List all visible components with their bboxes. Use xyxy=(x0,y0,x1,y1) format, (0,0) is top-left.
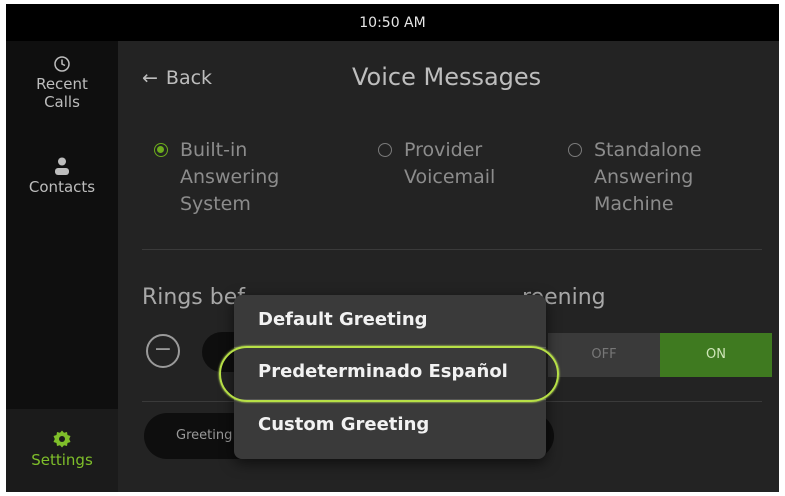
status-bar: 10:50 AM xyxy=(6,4,779,41)
option-label: Voicemail xyxy=(404,166,496,188)
sidebar: Recent Calls Contacts Settings xyxy=(6,41,118,492)
clock-icon xyxy=(54,56,70,72)
gear-icon xyxy=(53,430,71,448)
page-title: Voice Messages xyxy=(352,63,542,91)
sidebar-item-settings[interactable]: Settings xyxy=(6,409,118,492)
sidebar-item-recent-calls[interactable]: Recent Calls xyxy=(6,55,118,111)
option-label: Answering xyxy=(594,166,694,188)
option-label: Provider xyxy=(404,139,483,161)
call-screening-toggle[interactable]: OFF ON xyxy=(548,333,772,377)
option-label: Standalone xyxy=(594,139,702,161)
device-frame: 10:50 AM Recent Calls Contacts Settings … xyxy=(0,0,785,496)
decrease-rings-button[interactable]: − xyxy=(146,334,180,368)
greeting-field-label: Greeting xyxy=(176,428,233,443)
arrow-left-icon: ← xyxy=(142,67,158,89)
highlight-ring xyxy=(219,346,559,402)
option-label: Built-in xyxy=(180,139,248,161)
back-label: Back xyxy=(165,67,213,89)
option-label: Machine xyxy=(594,193,674,215)
radio-selected-icon xyxy=(154,143,168,157)
clock: 10:50 AM xyxy=(359,15,426,31)
menu-item-custom-greeting[interactable]: Custom Greeting xyxy=(258,414,429,435)
person-icon xyxy=(55,157,69,175)
menu-item-default-greeting[interactable]: Default Greeting xyxy=(258,309,428,330)
sidebar-item-label: Recent xyxy=(36,75,88,93)
radio-unselected-icon xyxy=(378,143,392,157)
option-label: System xyxy=(180,193,251,215)
back-button[interactable]: ← Back xyxy=(142,67,212,89)
radio-unselected-icon xyxy=(568,143,582,157)
sidebar-item-label: Calls xyxy=(44,93,80,111)
rings-before-answer-label: Rings bef xyxy=(142,285,246,310)
sidebar-item-contacts[interactable]: Contacts xyxy=(6,156,118,196)
toggle-on[interactable]: ON xyxy=(660,333,772,377)
toggle-off[interactable]: OFF xyxy=(548,333,660,377)
option-label: Answering xyxy=(180,166,280,188)
divider xyxy=(142,249,762,250)
sidebar-item-label: Settings xyxy=(31,451,93,469)
sidebar-item-label: Contacts xyxy=(28,178,96,196)
